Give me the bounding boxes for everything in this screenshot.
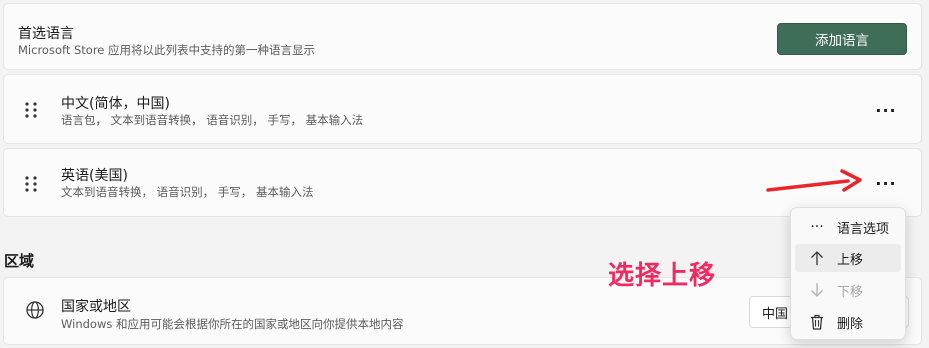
annotation-arrow-icon [766, 169, 862, 192]
language-features: 语言包， 文本到语音转换， 语音识别， 手写， 基本输入法 [61, 113, 364, 127]
language-features: 文本到语音转换， 语音识别， 手写， 基本输入法 [61, 185, 314, 199]
menu-item-move-up[interactable]: 上移 [795, 244, 901, 272]
more-options-icon[interactable]: ··· [871, 98, 901, 122]
language-item[interactable]: 中文(简体，中国) 语言包， 文本到语音转换， 语音识别， 手写， 基本输入法 … [3, 74, 922, 144]
country-region-value: 中国 [762, 306, 789, 322]
annotation-text: 选择上移 [608, 261, 717, 291]
menu-item-label: 上移 [837, 252, 864, 268]
menu-item-move-down: 下移 [795, 276, 901, 304]
menu-item-delete[interactable]: 删除 [795, 308, 901, 336]
language-name: 中文(简体，中国) [61, 96, 170, 112]
menu-item-label: 删除 [837, 316, 864, 332]
country-region-subtitle: Windows 和应用可能会根据你所在的国家或地区向你提供本地内容 [61, 317, 404, 331]
globe-icon [26, 301, 44, 319]
preferred-languages-title: 首选语言 [18, 26, 74, 42]
more-options-icon[interactable]: ··· [871, 171, 901, 195]
language-context-menu: ··· 语言选项 上移 下移 删除 [790, 207, 906, 340]
preferred-languages-card: 首选语言 Microsoft Store 应用将以此列表中支持的第一种语言显示 … [3, 3, 922, 70]
country-region-title: 国家或地区 [61, 299, 131, 315]
drag-handle-icon[interactable] [24, 101, 38, 119]
menu-item-language-options[interactable]: ··· 语言选项 [795, 213, 901, 241]
more-icon: ··· [810, 219, 824, 235]
menu-item-label: 语言选项 [837, 221, 890, 237]
add-language-button[interactable]: 添加语言 [777, 23, 907, 55]
preferred-languages-subtitle: Microsoft Store 应用将以此列表中支持的第一种语言显示 [18, 43, 316, 57]
arrow-down-icon [805, 282, 829, 298]
menu-item-label: 下移 [837, 284, 864, 300]
drag-handle-icon[interactable] [24, 175, 38, 193]
trash-icon [805, 314, 829, 330]
region-section-label: 区域 [4, 252, 35, 270]
language-name: 英语(美国) [61, 168, 128, 184]
arrow-up-icon [805, 250, 829, 266]
country-region-card: 国家或地区 Windows 和应用可能会根据你所在的国家或地区向你提供本地内容 … [3, 277, 922, 345]
